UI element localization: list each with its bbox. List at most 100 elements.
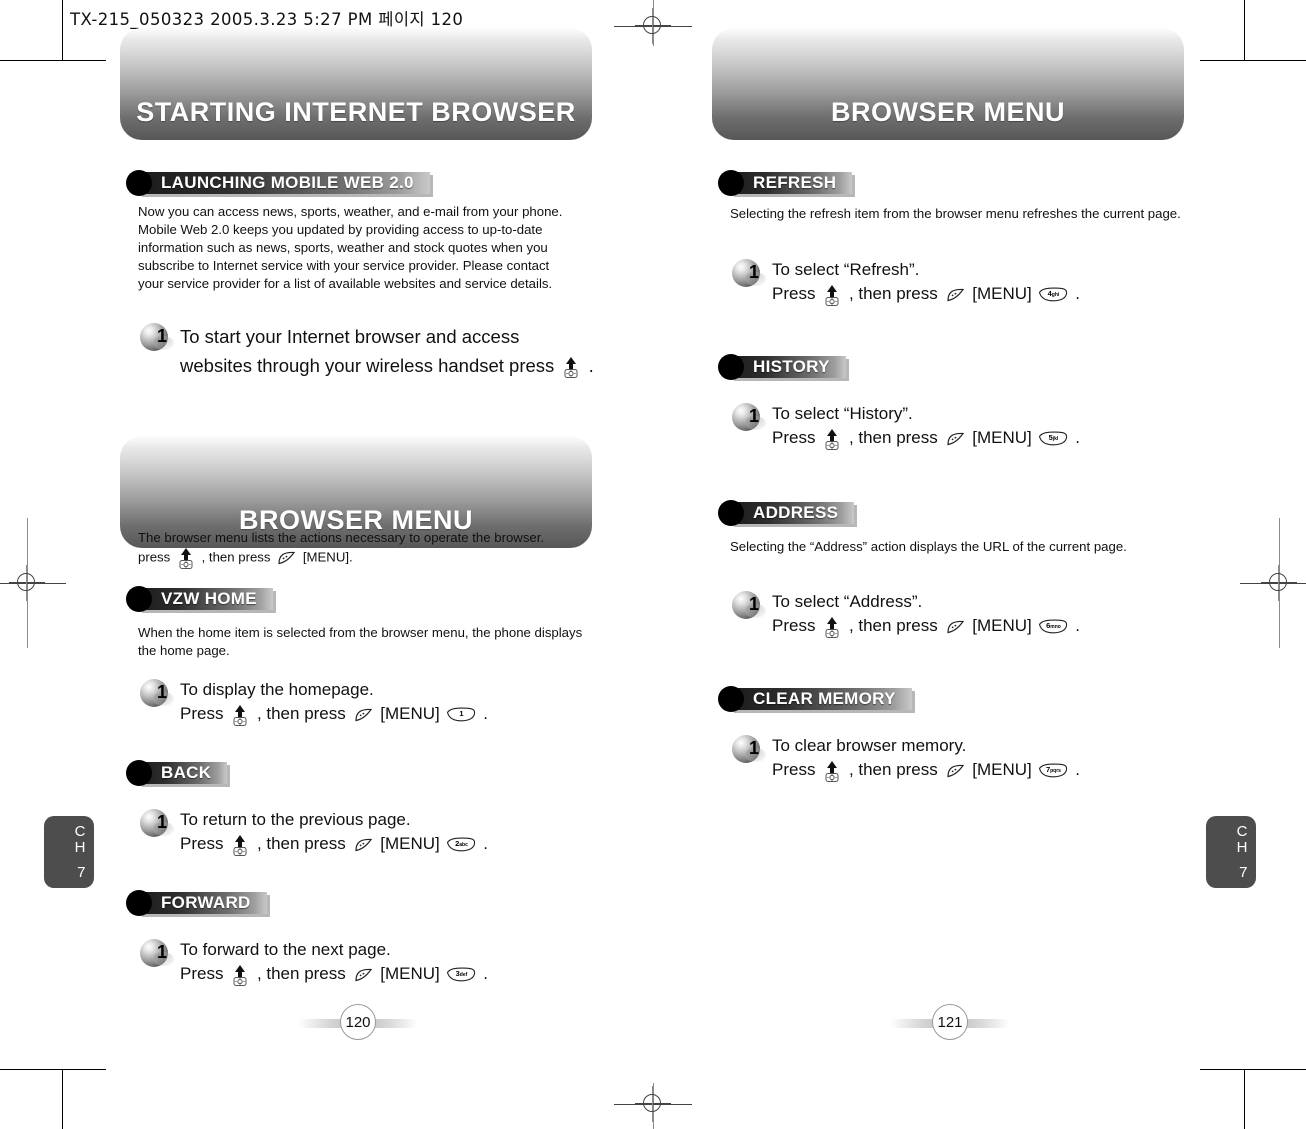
step-line-1: To return to the previous page. (180, 810, 411, 829)
chapter-tab-left: C H 7 (44, 816, 94, 888)
step-menu-label: [MENU] (380, 964, 440, 983)
step-period: . (1075, 760, 1080, 779)
section-heading-label: BACK (161, 763, 212, 782)
step-line-1: To clear browser memory. (772, 736, 967, 755)
step-then-press: , then press (256, 704, 346, 723)
manual-page-spread: TX-215_050323 2005.3.23 5:27 PM 페이지 120 … (0, 0, 1306, 1129)
nav-up-key-icon (823, 284, 841, 306)
chapter-tab-ch-line1-right: C (1236, 822, 1248, 840)
crop-line-right-horizontal (1200, 60, 1306, 61)
step-text: To start your Internet browser and acces… (174, 322, 594, 380)
step-number-ball: 1 (140, 939, 174, 967)
step-press: Press (772, 760, 816, 779)
step-then-press: , then press (848, 616, 938, 635)
step-number-ball: 1 (732, 591, 766, 619)
key-letters: mno (1050, 624, 1061, 631)
step-text: To return to the previous page. Press , … (174, 808, 488, 856)
chapter-tab-right: C H 7 (1206, 816, 1256, 888)
section-header-refresh: REFRESH (718, 170, 853, 196)
number-key-icon: 1 (446, 707, 476, 722)
step-then-press: , then press (848, 284, 938, 303)
step-number: 1 (156, 942, 167, 962)
page-banner-browser-menu-right: BROWSER MENU (712, 28, 1184, 140)
step-press: Press (772, 616, 816, 635)
page-number-value: 120 (340, 1004, 376, 1040)
chapter-tab-number-right: 7 (1239, 863, 1248, 881)
step-number-ball: 1 (140, 679, 174, 707)
step-text: To select “History”. Press , then press (766, 402, 1080, 450)
step-period: . (1075, 616, 1080, 635)
bullet-circle-icon (126, 760, 152, 786)
crop-line-right-horizontal-bottom (1200, 1069, 1306, 1070)
step-number-ball: 1 (732, 735, 766, 763)
step-then-press: , then press (848, 760, 938, 779)
page-number-value: 121 (932, 1004, 968, 1040)
step-line-1: To display the homepage. (180, 680, 374, 699)
step-period: . (1075, 428, 1080, 447)
registration-mark-right (1261, 565, 1297, 601)
registration-mark-bottom (635, 1086, 671, 1122)
step-text: To clear browser memory. Press , then pr… (766, 734, 1080, 782)
step-line-1: To select “History”. (772, 404, 913, 423)
step-menu-label: [MENU] (972, 616, 1032, 635)
registration-mark-top (635, 8, 671, 44)
section-heading-label: ADDRESS (753, 503, 839, 522)
crop-line-left-horizontal-bottom (0, 1069, 106, 1070)
paragraph-launching-body: Now you can access news, sports, weather… (138, 204, 563, 291)
crop-line-left-vertical-bottom (62, 1069, 63, 1129)
nav-up-key-icon (231, 704, 249, 726)
paragraph-vzw-home-body: When the home item is selected from the … (138, 625, 583, 658)
soft-key-icon (946, 432, 965, 446)
soft-key-icon (354, 838, 373, 852)
step-number: 1 (748, 594, 759, 614)
key-letters: pqrs (1050, 768, 1061, 775)
section-heading-label: FORWARD (161, 893, 251, 912)
bullet-circle-icon (126, 890, 152, 916)
bullet-circle-icon (718, 686, 744, 712)
number-key-icon: 4ghi (1038, 287, 1068, 302)
step-press: Press (180, 834, 224, 853)
nav-up-key-icon (562, 356, 580, 379)
step-clear-memory-1: 1 To clear browser memory. Press , then … (732, 734, 1202, 782)
step-number: 1 (748, 738, 759, 758)
step-launching-1: 1 To start your Internet browser and acc… (140, 322, 600, 380)
soft-key-icon (354, 708, 373, 722)
bullet-circle-icon (718, 170, 744, 196)
number-key-icon: 3def (446, 967, 476, 982)
step-press: Press (180, 704, 224, 723)
nav-up-key-icon (231, 834, 249, 856)
step-line-1: To forward to the next page. (180, 940, 391, 959)
step-refresh-1: 1 To select “Refresh”. Press , then pres… (732, 258, 1202, 306)
step-forward-1: 1 To forward to the next page. Press , t… (140, 938, 600, 986)
step-line-1: To start your Internet browser and acces… (180, 326, 520, 347)
crop-line-right-vertical (1244, 0, 1245, 60)
soft-key-icon (946, 288, 965, 302)
step-line-2-end: . (588, 355, 594, 376)
section-heading-label: CLEAR MEMORY (753, 689, 896, 708)
key-digit: 1 (459, 709, 464, 719)
step-number: 1 (748, 406, 759, 426)
bullet-circle-icon (126, 170, 152, 196)
key-letters: jkl (1052, 436, 1059, 443)
step-press: Press (772, 284, 816, 303)
nav-up-key-icon (231, 964, 249, 986)
step-period: . (483, 834, 488, 853)
step-press: Press (772, 428, 816, 447)
key-letters: def (459, 972, 468, 979)
section-heading-label: REFRESH (753, 173, 837, 192)
number-key-icon: 7pqrs (1038, 763, 1068, 778)
section-heading-label: VZW HOME (161, 589, 257, 608)
page-banner-starting-internet-browser: STARTING INTERNET BROWSER (120, 28, 592, 140)
chapter-tab-ch-line1: C (74, 822, 86, 840)
nav-up-key-icon (177, 547, 195, 569)
step-number: 1 (156, 682, 167, 702)
step-period: . (483, 964, 488, 983)
banner-title: STARTING INTERNET BROWSER (136, 97, 576, 127)
browser-menu-intro-press: press (138, 549, 171, 565)
step-line-2: websites through your wireless handset p… (180, 355, 555, 376)
soft-key-icon (946, 620, 965, 634)
section-header-address: ADDRESS (718, 500, 855, 526)
step-menu-label: [MENU] (972, 284, 1032, 303)
number-key-icon: 5jkl (1038, 431, 1068, 446)
crop-line-right-vertical-bottom (1244, 1069, 1245, 1129)
